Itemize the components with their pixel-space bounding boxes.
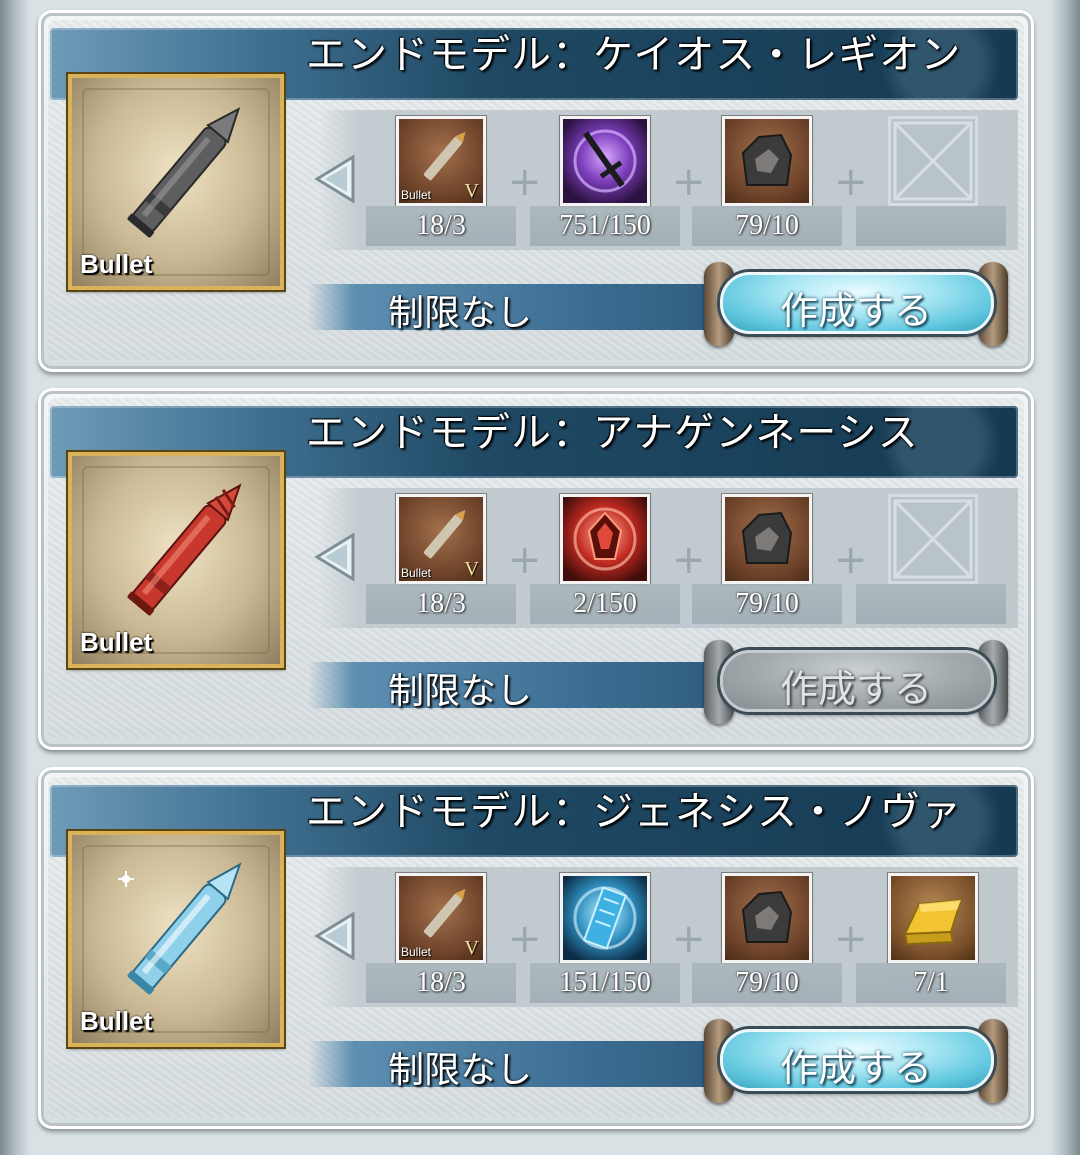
material-count: 751/150 xyxy=(530,206,680,246)
empty-material-slot xyxy=(888,116,978,206)
plus-icon: + xyxy=(834,159,868,205)
fire-crest-orb-icon xyxy=(573,507,637,571)
thumb-label: Bullet xyxy=(80,249,153,279)
material-count xyxy=(856,584,1006,624)
material-count: 18/3 xyxy=(366,206,516,246)
material-gold-bar[interactable] xyxy=(887,872,979,964)
plus-icon: + xyxy=(672,916,706,962)
result-item-thumbnail[interactable]: Bullet xyxy=(66,829,286,1049)
thumb-label: Bullet xyxy=(80,627,153,657)
result-item-thumbnail[interactable]: Bullet xyxy=(66,72,286,292)
recipe-card-genesis-nova: エンドモデル：ジェネシス・ノヴァ Bullet Bullet V 18/3 + … xyxy=(38,767,1034,1129)
material-count: 7/1 xyxy=(856,963,1006,1003)
plus-icon: + xyxy=(508,159,542,205)
material-count: 151/150 xyxy=(530,963,680,1003)
material-count: 18/3 xyxy=(366,963,516,1003)
material-ore[interactable] xyxy=(721,493,813,585)
plus-icon: + xyxy=(672,537,706,583)
recipe-title: エンドモデル：アナゲンネーシス xyxy=(306,410,919,456)
material-ore[interactable] xyxy=(721,872,813,964)
material-bullet-v[interactable]: Bullet V xyxy=(395,115,487,207)
empty-material-slot xyxy=(888,494,978,584)
create-button[interactable]: 作成する xyxy=(698,258,1014,350)
craft-limit-label: 制限なし xyxy=(388,671,533,712)
material-count: 79/10 xyxy=(692,584,842,624)
material-count: 79/10 xyxy=(692,206,842,246)
dark-sword-orb-icon xyxy=(573,129,637,193)
recipe-card-anagennesis: エンドモデル：アナゲンネーシス Bullet Bullet V 18/3 + 2… xyxy=(38,388,1034,750)
material-ore[interactable] xyxy=(721,115,813,207)
ore-chunk-icon xyxy=(741,890,793,943)
material-count: 2/150 xyxy=(530,584,680,624)
empty-slot-icon xyxy=(893,499,973,579)
plus-icon: + xyxy=(508,537,542,583)
gold-bar-icon xyxy=(903,898,963,946)
plus-icon: + xyxy=(508,916,542,962)
arrow-left-icon xyxy=(314,911,355,961)
material-bullet-v[interactable]: Bullet V xyxy=(395,493,487,585)
thumb-label: Bullet xyxy=(80,1006,153,1036)
material-bullet-v[interactable]: Bullet V xyxy=(395,872,487,964)
plus-icon: + xyxy=(834,537,868,583)
recipe-title: エンドモデル：ジェネシス・ノヴァ xyxy=(306,789,962,835)
material-count xyxy=(856,206,1006,246)
material-ice-orb[interactable] xyxy=(559,872,651,964)
ice-tablet-orb-icon xyxy=(573,886,637,950)
plus-icon: + xyxy=(834,916,868,962)
create-button[interactable]: 作成する xyxy=(698,1015,1014,1107)
ore-chunk-icon xyxy=(741,133,793,186)
material-dark-orb[interactable] xyxy=(559,115,651,207)
plus-icon: + xyxy=(672,159,706,205)
material-count: 18/3 xyxy=(366,584,516,624)
material-count: 79/10 xyxy=(692,963,842,1003)
crafting-list: エンドモデル：ケイオス・レギオン Bullet Bullet V 18/3 + … xyxy=(0,0,1080,1155)
ore-chunk-icon xyxy=(741,511,793,564)
empty-slot-icon xyxy=(893,121,973,201)
craft-limit-label: 制限なし xyxy=(388,1050,533,1091)
recipe-card-chaos-legion: エンドモデル：ケイオス・レギオン Bullet Bullet V 18/3 + … xyxy=(38,10,1034,372)
recipe-title: エンドモデル：ケイオス・レギオン xyxy=(306,32,962,78)
arrow-left-icon xyxy=(314,154,355,204)
arrow-left-icon xyxy=(314,532,355,582)
result-item-thumbnail[interactable]: Bullet xyxy=(66,450,286,670)
craft-limit-label: 制限なし xyxy=(388,293,533,334)
create-button-disabled[interactable]: 作成する xyxy=(698,636,1014,728)
material-fire-orb[interactable] xyxy=(559,493,651,585)
